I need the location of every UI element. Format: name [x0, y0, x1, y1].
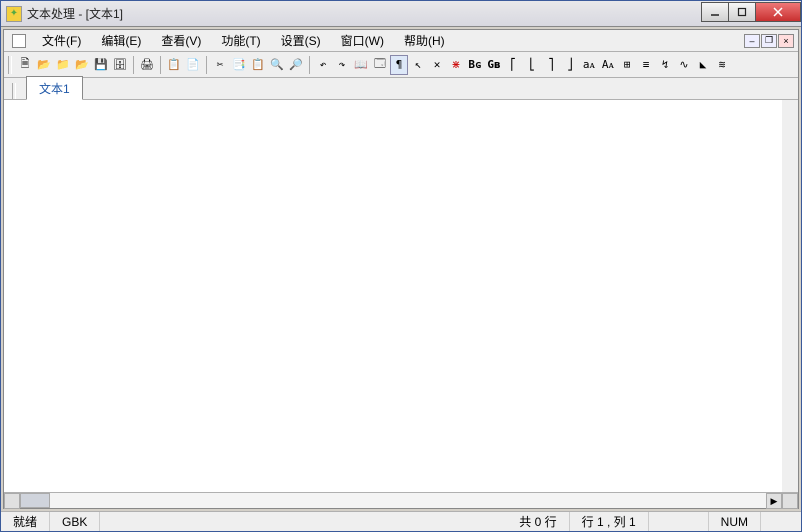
numlist-icon[interactable]: ≡: [637, 55, 655, 75]
new-file-icon[interactable]: 🗎: [16, 55, 34, 75]
bracket4-icon[interactable]: ⎦: [561, 55, 579, 75]
horizontal-scrollbar-track[interactable]: [20, 493, 766, 508]
find-next-icon[interactable]: 🔎: [287, 55, 305, 75]
print-icon[interactable]: 🖨: [138, 55, 156, 75]
toolbar-grip[interactable]: [8, 56, 12, 74]
open-icon[interactable]: 📂: [35, 55, 53, 75]
toolbar-separator: [133, 56, 134, 74]
big5-gbk-icon[interactable]: Bɢ: [466, 55, 484, 75]
delete-icon[interactable]: ✕: [428, 55, 446, 75]
sort-icon[interactable]: ↯: [656, 55, 674, 75]
angle-icon[interactable]: ◣: [694, 55, 712, 75]
menu-window[interactable]: 窗口(W): [331, 30, 394, 51]
editor-area[interactable]: [4, 100, 782, 492]
columns-icon[interactable]: ⊞: [618, 55, 636, 75]
gbk-big5-icon[interactable]: Gʙ: [485, 55, 503, 75]
status-lines: 共 0 行: [507, 512, 569, 531]
scroll-corner: [782, 493, 798, 509]
app-icon: ✦: [6, 6, 22, 22]
case1-icon[interactable]: aᴀ: [580, 55, 598, 75]
copy-icon[interactable]: 📋: [165, 55, 183, 75]
status-encoding: GBK: [50, 512, 100, 531]
undo-icon[interactable]: ↶: [314, 55, 332, 75]
status-ready: 就绪: [1, 512, 50, 531]
copy2-icon[interactable]: 📑: [230, 55, 248, 75]
bracket3-icon[interactable]: ⎤: [542, 55, 560, 75]
paste2-icon[interactable]: 📋: [249, 55, 267, 75]
scroll-right-icon[interactable]: ▶: [766, 493, 782, 509]
status-grip: [761, 512, 801, 531]
paragraph-icon[interactable]: ¶: [390, 55, 408, 75]
system-menu-icon[interactable]: [12, 34, 26, 48]
cut-icon[interactable]: ✂: [211, 55, 229, 75]
bracket2-icon[interactable]: ⎣: [523, 55, 541, 75]
save-all-icon[interactable]: 🗄: [111, 55, 129, 75]
menu-file[interactable]: 文件(F): [32, 30, 91, 51]
status-numlock: NUM: [709, 512, 761, 531]
misc-icon[interactable]: ≋: [713, 55, 731, 75]
close-button[interactable]: [755, 2, 801, 22]
open-alt-icon[interactable]: 📂: [73, 55, 91, 75]
toolbar-separator: [309, 56, 310, 74]
case2-icon[interactable]: Aᴀ: [599, 55, 617, 75]
mdi-close-button[interactable]: ×: [778, 34, 794, 48]
properties-icon[interactable]: 🗔: [371, 55, 389, 75]
status-position: 行 1 , 列 1: [570, 512, 649, 531]
minimize-button[interactable]: [701, 2, 729, 22]
redo-icon[interactable]: ↷: [333, 55, 351, 75]
bracket1-icon[interactable]: ⎡: [504, 55, 522, 75]
document-tab[interactable]: 文本1: [26, 76, 83, 100]
paste-icon[interactable]: 📄: [184, 55, 202, 75]
status-blank: [649, 512, 709, 531]
menu-help[interactable]: 帮助(H): [394, 30, 455, 51]
horizontal-scrollbar-thumb[interactable]: [20, 493, 50, 508]
vertical-scrollbar[interactable]: [782, 100, 798, 492]
mdi-minimize-button[interactable]: –: [744, 34, 760, 48]
scroll-corner: [4, 493, 20, 509]
open-folder-icon[interactable]: 📁: [54, 55, 72, 75]
toolbar-separator: [160, 56, 161, 74]
window-title: 文本处理 - [文本1]: [27, 5, 702, 22]
menu-function[interactable]: 功能(T): [211, 30, 270, 51]
tabstrip-grip[interactable]: [12, 83, 16, 99]
menu-settings[interactable]: 设置(S): [271, 30, 331, 51]
mdi-restore-button[interactable]: ❐: [761, 34, 777, 48]
menu-edit[interactable]: 编辑(E): [91, 30, 151, 51]
book-icon[interactable]: 📖: [352, 55, 370, 75]
cursor-icon[interactable]: ↖: [409, 55, 427, 75]
find-icon[interactable]: 🔍: [268, 55, 286, 75]
save-icon[interactable]: 💾: [92, 55, 110, 75]
highlight-icon[interactable]: ⋇: [447, 55, 465, 75]
text-editor[interactable]: [4, 100, 782, 492]
link-icon[interactable]: ∿: [675, 55, 693, 75]
menu-view[interactable]: 查看(V): [151, 30, 211, 51]
toolbar-separator: [206, 56, 207, 74]
maximize-button[interactable]: [728, 2, 756, 22]
